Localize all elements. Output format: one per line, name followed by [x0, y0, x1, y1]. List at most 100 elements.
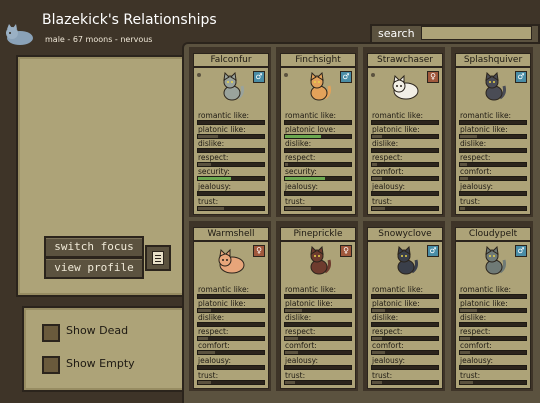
- relation-label: jealousy:: [460, 182, 494, 191]
- cat-card-body: ♀ romantic like: platonic like: dislike: res…: [280, 241, 356, 389]
- switch-focus-button[interactable]: switch focus: [44, 236, 144, 258]
- relation-bar-fill: [198, 381, 211, 384]
- relation-label: romantic like:: [460, 111, 512, 120]
- notes-button[interactable]: [145, 245, 171, 271]
- show-dead-checkbox[interactable]: [42, 324, 60, 342]
- relation-bar-fill: [372, 351, 385, 354]
- relation-bar: [459, 206, 527, 211]
- relation-label: dislike:: [460, 139, 487, 148]
- female-icon: ♀: [340, 245, 352, 257]
- cat-card-body: ♀ romantic like: platonic like: dislike: res…: [367, 67, 443, 215]
- filter-panel: [22, 306, 192, 392]
- relation-bar: [459, 365, 527, 370]
- relation-bar: [284, 365, 352, 370]
- relation-bar-fill: [460, 351, 470, 354]
- cat-sprite-icon: [485, 246, 506, 275]
- cat-name: Falconfur: [193, 53, 269, 67]
- relation-bar: [284, 191, 352, 196]
- relation-bar: [197, 365, 265, 370]
- relation-label: jealousy:: [460, 356, 494, 365]
- male-icon: ♂: [340, 71, 352, 83]
- relation-bar-fill: [285, 337, 298, 340]
- relation-bar-fill: [285, 207, 311, 210]
- search-label: search: [378, 27, 415, 40]
- search-input[interactable]: [421, 26, 532, 40]
- relation-label: comfort:: [372, 341, 404, 350]
- relation-label: security:: [285, 167, 317, 176]
- female-icon: ♀: [427, 71, 439, 83]
- show-empty-label: Show Empty: [66, 357, 135, 370]
- male-icon: ♂: [427, 245, 439, 257]
- relation-bar-fill: [372, 309, 385, 312]
- relation-label: respect:: [285, 327, 316, 336]
- relation-label: jealousy:: [372, 182, 406, 191]
- relation-label: dislike:: [285, 313, 312, 322]
- relation-label: romantic like:: [372, 111, 424, 120]
- relation-bar-fill: [198, 351, 215, 354]
- relation-bar-fill: [460, 207, 465, 210]
- cat-card[interactable]: Splashquiver ♂ romantic like: platonic like…: [451, 47, 533, 217]
- relation-bar-fill: [285, 177, 325, 180]
- relation-label: platonic like:: [198, 299, 246, 308]
- cat-avatar-icon: [6, 24, 33, 45]
- cat-name: Cloudypelt: [455, 227, 531, 241]
- relation-label: trust:: [460, 197, 481, 206]
- relation-bar-fill: [372, 135, 382, 138]
- cat-card[interactable]: Snowyclove ♂ romantic like: platonic like: d…: [363, 221, 445, 391]
- relation-bar: [371, 176, 439, 181]
- relation-label: trust:: [198, 197, 219, 206]
- relation-bar-fill: [372, 177, 382, 180]
- relation-label: comfort:: [285, 341, 317, 350]
- cat-name: Strawchaser: [367, 53, 443, 67]
- relation-label: romantic like:: [285, 111, 337, 120]
- relation-bar-fill: [198, 337, 208, 340]
- relation-label: jealousy:: [285, 356, 319, 365]
- relation-label: dislike:: [372, 313, 399, 322]
- relation-bar-fill: [285, 381, 295, 384]
- relation-bar-fill: [460, 337, 470, 340]
- relation-bar: [371, 365, 439, 370]
- cat-card[interactable]: Falconfur ♂ romantic like: platonic like: di…: [189, 47, 271, 217]
- relation-label: romantic like:: [285, 285, 337, 294]
- relation-label: platonic love:: [285, 125, 336, 134]
- relation-label: romantic like:: [460, 285, 512, 294]
- cat-sprite-icon: [392, 74, 419, 100]
- cat-sprite-icon: [310, 72, 331, 101]
- cat-card[interactable]: Cloudypelt ♂ romantic like: platonic like: d…: [451, 221, 533, 391]
- cat-card-body: ♂ romantic like: platonic like: dislike: res…: [367, 241, 443, 389]
- relation-bar-fill: [372, 337, 382, 340]
- cat-card[interactable]: Strawchaser ♀ romantic like: platonic like:…: [363, 47, 445, 217]
- show-empty-checkbox[interactable]: [42, 356, 60, 374]
- relation-bar-fill: [460, 135, 477, 138]
- relation-label: dislike:: [460, 313, 487, 322]
- relation-bar-fill: [198, 309, 211, 312]
- relation-label: trust:: [460, 371, 481, 380]
- cat-card[interactable]: Pineprickle ♀ romantic like: platonic like:…: [276, 221, 358, 391]
- cat-card-body: ♂ romantic like: platonic like: dislike: res…: [455, 67, 531, 215]
- relation-label: romantic like:: [372, 285, 424, 294]
- cat-card[interactable]: Warmshell ♀ romantic like: platonic like: di…: [189, 221, 271, 391]
- view-profile-button[interactable]: view profile: [44, 257, 144, 279]
- relation-label: platonic like:: [460, 125, 508, 134]
- relation-bar: [284, 380, 352, 385]
- male-icon: ♂: [515, 245, 527, 257]
- relation-bar-fill: [460, 163, 467, 166]
- relation-bar: [197, 350, 265, 355]
- relation-bar: [197, 206, 265, 211]
- relation-bar: [197, 191, 265, 196]
- relation-label: respect:: [198, 327, 229, 336]
- relation-bar: [284, 206, 352, 211]
- relation-bar-fill: [285, 309, 302, 312]
- relation-label: platonic like:: [460, 299, 508, 308]
- relation-label: platonic like:: [285, 299, 333, 308]
- male-icon: ♂: [253, 71, 265, 83]
- relation-label: respect:: [460, 153, 491, 162]
- relation-label: trust:: [285, 197, 306, 206]
- relation-label: dislike:: [198, 313, 225, 322]
- cat-card[interactable]: Finchsight ♂ romantic like: platonic love: d…: [276, 47, 358, 217]
- relation-bar-fill: [460, 177, 468, 180]
- relation-bar: [197, 176, 265, 181]
- cat-card-body: ♂ romantic like: platonic like: dislike: res…: [193, 67, 269, 215]
- relation-label: romantic like:: [198, 111, 250, 120]
- relation-label: dislike:: [285, 139, 312, 148]
